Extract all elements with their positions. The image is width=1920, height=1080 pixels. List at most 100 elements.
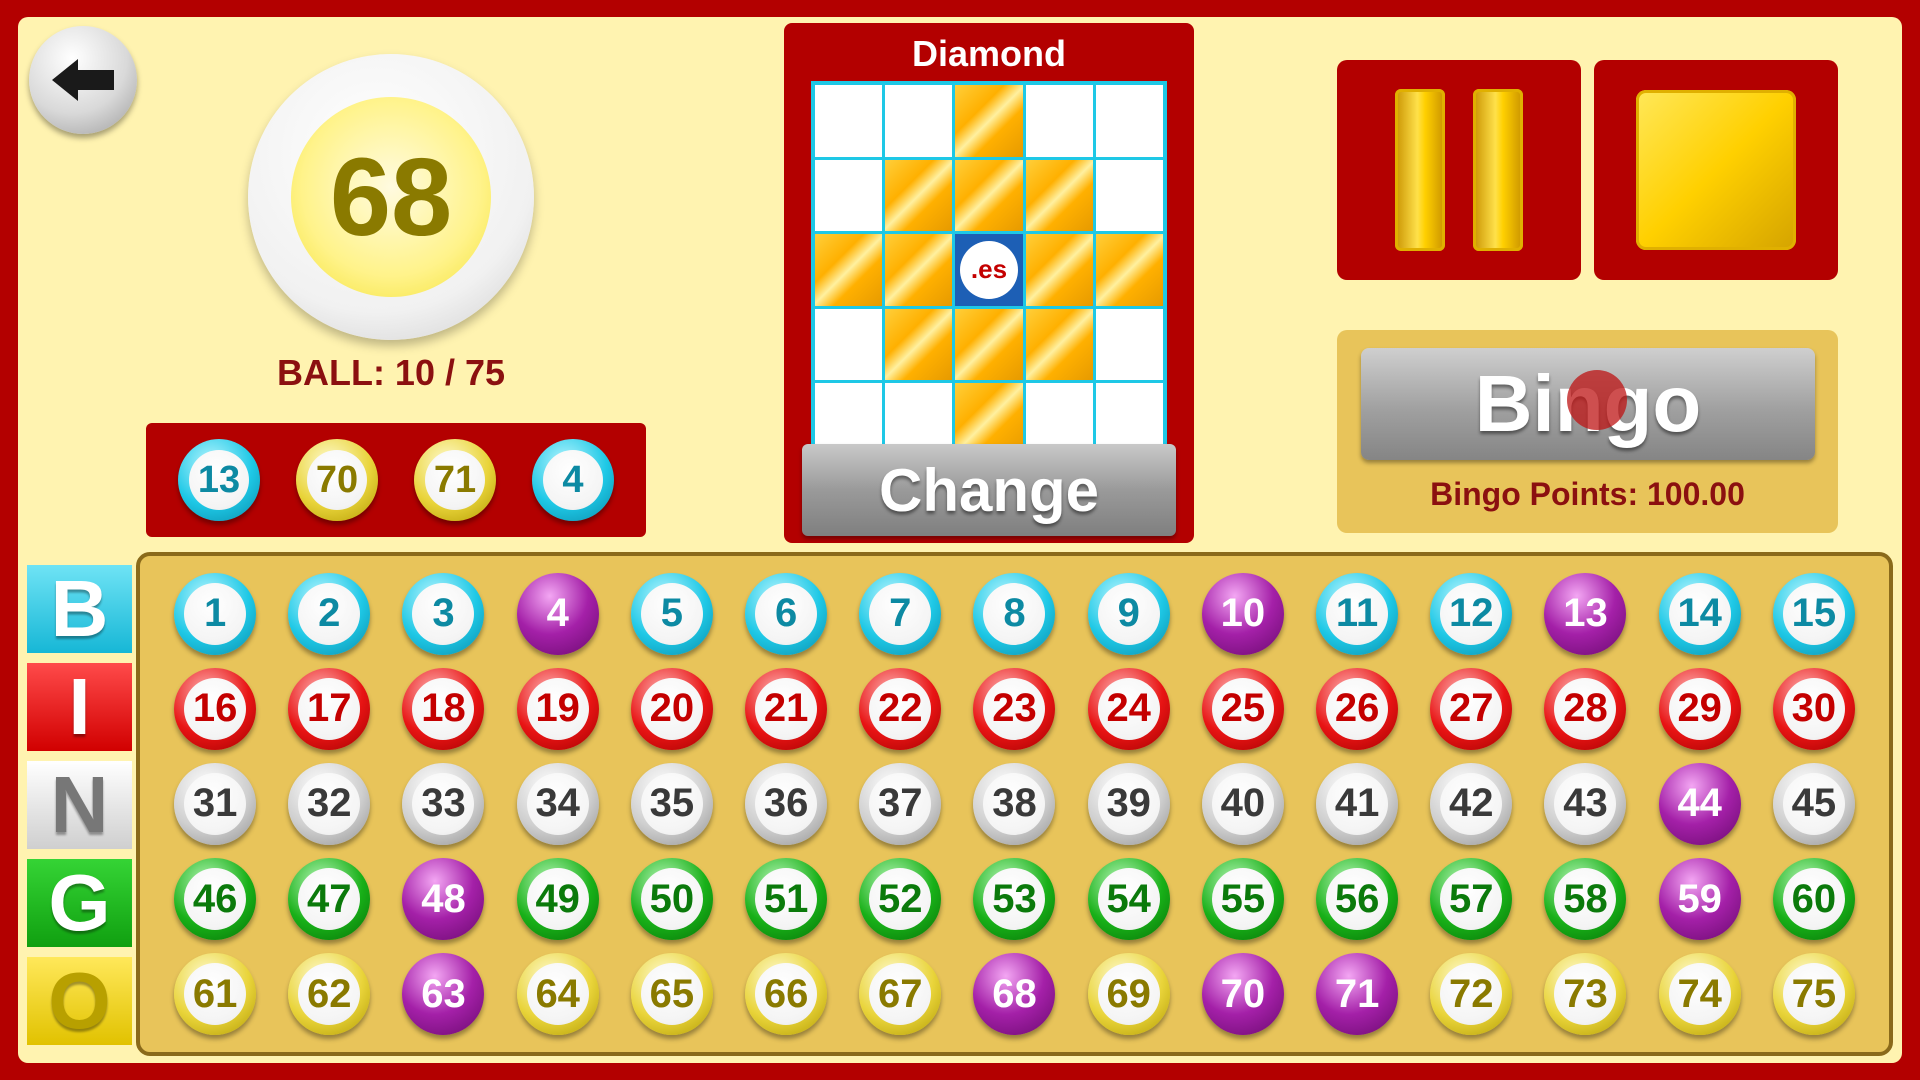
pattern-free-cell: .es [955,234,1023,306]
pattern-cell [885,159,953,232]
recent-ball: 71 [414,439,496,521]
board-ball: 20 [630,667,713,750]
board-ball: 33 [402,762,485,845]
board-ball: 69 [1087,953,1170,1036]
board-ball: 29 [1658,667,1741,750]
board-ball: 63 [402,953,485,1036]
board-ball: 56 [1316,858,1399,941]
board-ball: 60 [1772,858,1855,941]
board-ball: 42 [1430,762,1513,845]
board-ball: 52 [859,858,942,941]
board-ball: 5 [630,572,713,655]
board-ball: 75 [1772,953,1855,1036]
pattern-card: Diamond .es Change [784,23,1194,543]
board-ball: 32 [288,762,371,845]
back-button[interactable] [29,26,137,134]
pattern-cell [1095,85,1163,157]
current-ball-number: 68 [329,135,453,259]
pattern-cell [1095,159,1163,232]
board-ball: 3 [402,572,485,655]
pattern-cell [815,159,883,232]
board-ball: 65 [630,953,713,1036]
board-ball: 59 [1658,858,1741,941]
board-ball: 64 [516,953,599,1036]
recent-balls-panel: 13 70 71 4 [146,423,646,537]
board-ball: 23 [973,667,1056,750]
pattern-cell [815,308,883,381]
pattern-cell [815,85,883,157]
pattern-cell [955,308,1023,381]
board-ball: 51 [745,858,828,941]
board-ball: 10 [1201,572,1284,655]
letter-g: G [27,858,132,947]
pattern-cell [955,159,1023,232]
board-ball: 54 [1087,858,1170,941]
board-ball: 67 [859,953,942,1036]
pattern-cell [955,85,1023,157]
board-ball: 68 [973,953,1056,1036]
board-ball: 18 [402,667,485,750]
board-ball: 43 [1544,762,1627,845]
board-ball: 66 [745,953,828,1036]
board-ball: 26 [1316,667,1399,750]
board-ball: 47 [288,858,371,941]
board-ball: 15 [1772,572,1855,655]
board-ball: 25 [1201,667,1284,750]
letter-o: O [27,956,132,1045]
board-ball: 27 [1430,667,1513,750]
board-ball: 16 [174,667,257,750]
board-ball: 28 [1544,667,1627,750]
board-ball: 49 [516,858,599,941]
pattern-cell [1025,159,1093,232]
pattern-cell [1025,234,1093,306]
letter-b: B [27,564,132,653]
board-ball: 62 [288,953,371,1036]
stop-button[interactable] [1594,60,1838,280]
pattern-cell [1025,308,1093,381]
board-ball: 24 [1087,667,1170,750]
board-ball: 35 [630,762,713,845]
bingo-points: Bingo Points: 100.00 [1430,476,1745,512]
pattern-title: Diamond [911,33,1066,74]
bingo-button[interactable]: Bingo [1361,348,1815,460]
board-ball: 6 [745,572,828,655]
board-ball: 19 [516,667,599,750]
pattern-cell [1095,234,1163,306]
board-ball: 30 [1772,667,1855,750]
letter-i: I [27,662,132,751]
board-ball: 31 [174,762,257,845]
change-pattern-button[interactable]: Change [802,444,1176,536]
pattern-cell [885,85,953,157]
pattern-cell [1095,308,1163,381]
board-ball: 22 [859,667,942,750]
board-ball: 44 [1658,762,1741,845]
letter-n: N [27,760,132,849]
board-ball: 8 [973,572,1056,655]
board-ball: 4 [516,572,599,655]
board-ball: 40 [1201,762,1284,845]
number-board: 1 2 3 4 5 6 7 8 9 10 11 12 13 14 15 16 17 18 19 20 21 22 23 24 2… [136,552,1893,1056]
board-ball: 9 [1087,572,1170,655]
board-ball: 57 [1430,858,1513,941]
board-ball: 50 [630,858,713,941]
board-ball: 36 [745,762,828,845]
board-ball: 34 [516,762,599,845]
board-ball: 53 [973,858,1056,941]
board-ball: 14 [1658,572,1741,655]
pause-icon [1381,89,1537,251]
board-ball: 39 [1087,762,1170,845]
bingo-panel: Bingo Bingo Points: 100.00 [1337,330,1838,533]
board-ball: 74 [1658,953,1741,1036]
ball-counter: BALL: 10 / 75 [276,352,506,393]
pattern-cell [885,308,953,381]
pattern-grid: .es [811,81,1167,459]
board-ball: 61 [174,953,257,1036]
board-ball: 71 [1316,953,1399,1036]
board-ball: 48 [402,858,485,941]
pause-button[interactable] [1337,60,1581,280]
current-ball: 68 [248,54,534,340]
pattern-cell [1025,85,1093,157]
board-ball: 72 [1430,953,1513,1036]
board-ball: 41 [1316,762,1399,845]
board-ball: 21 [745,667,828,750]
